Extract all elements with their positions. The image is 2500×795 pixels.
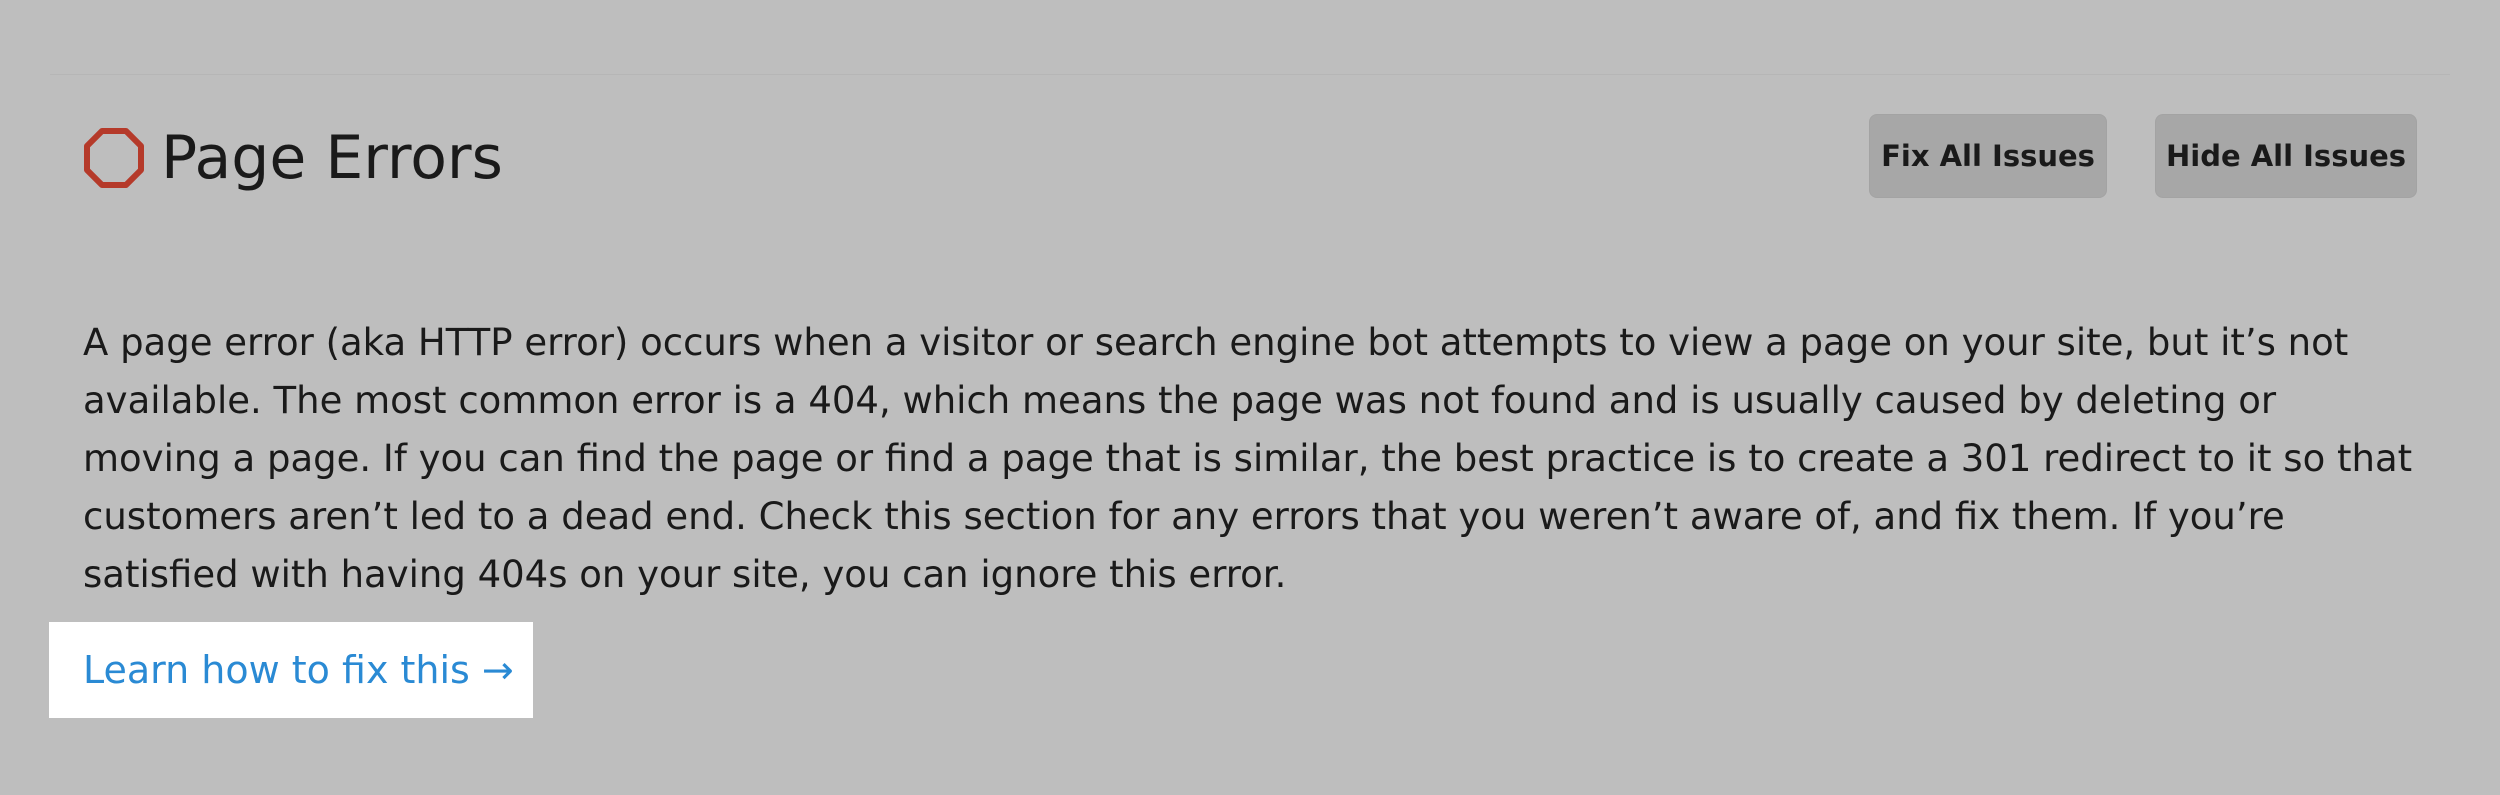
learn-link-container: Learn how to fix this → [49,622,533,718]
page-errors-panel: Page Errors Fix All Issues Hide All Issu… [0,0,2500,795]
fix-all-issues-button[interactable]: Fix All Issues [1869,114,2107,198]
octagon-error-icon [83,127,145,189]
section-header: Page Errors [83,122,503,194]
section-divider [50,74,2450,75]
error-description: A page error (aka HTTP error) occurs whe… [83,321,2413,596]
hide-all-issues-button[interactable]: Hide All Issues [2155,114,2417,198]
page-title: Page Errors [161,123,503,193]
header-actions: Fix All Issues Hide All Issues [1869,114,2417,198]
learn-how-to-fix-link[interactable]: Learn how to fix this → [83,648,514,692]
